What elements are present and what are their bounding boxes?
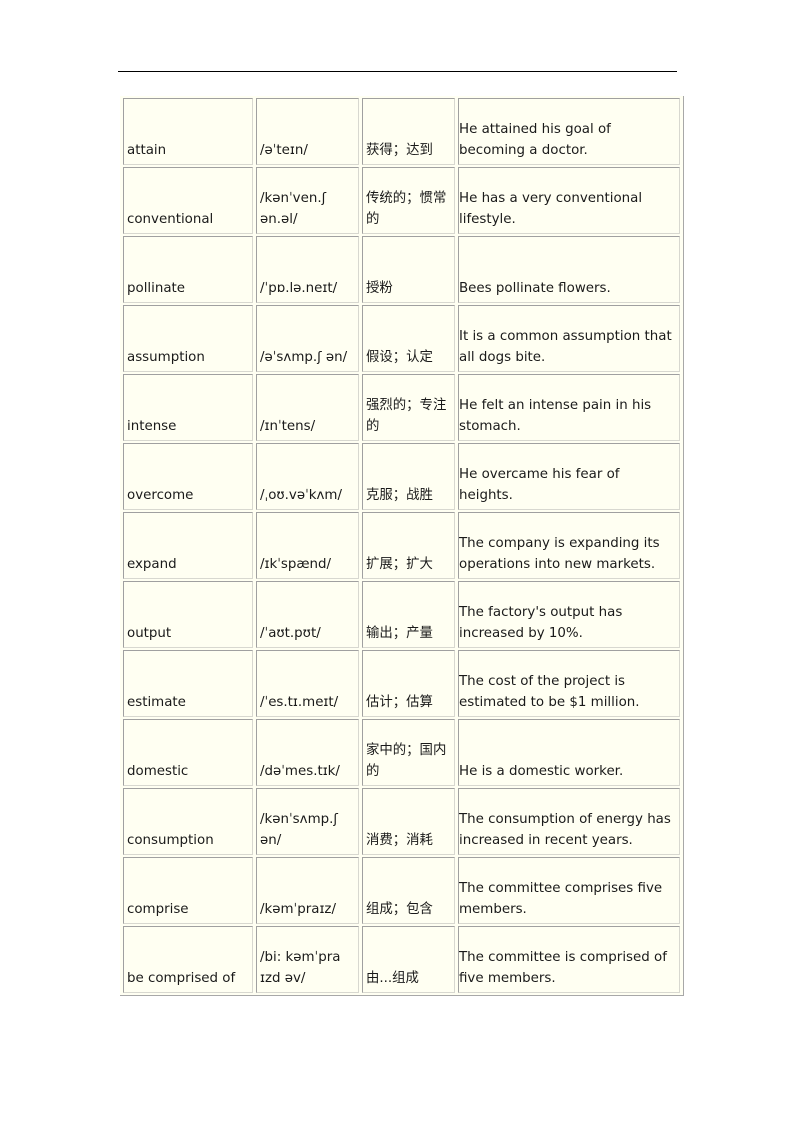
phonetic-cell: /dəˈmes.tɪk/ bbox=[256, 719, 359, 786]
word-cell: estimate bbox=[123, 650, 253, 717]
table-row: attain/əˈteɪn/获得；达到 He attained his goal … bbox=[123, 98, 680, 165]
meaning-cell: 估计；估算 bbox=[362, 650, 455, 717]
table-row: assumption/əˈsʌmp.ʃ ən/假设；认定 It is a comm… bbox=[123, 305, 680, 372]
word-cell: intense bbox=[123, 374, 253, 441]
phonetic-cell: /ɪkˈspænd/ bbox=[256, 512, 359, 579]
word-cell: be comprised of bbox=[123, 926, 253, 993]
phonetic-cell: /bi: kəmˈpra ɪzd əv/ bbox=[256, 926, 359, 993]
example-cell: The committee is comprised of five membe… bbox=[458, 926, 680, 993]
phonetic-cell: /kəmˈpraɪz/ bbox=[256, 857, 359, 924]
table-row: be comprised of/bi: kəmˈpra ɪzd əv/由...组… bbox=[123, 926, 680, 993]
phonetic-cell: /əˈteɪn/ bbox=[256, 98, 359, 165]
phonetic-cell: /ɪnˈtens/ bbox=[256, 374, 359, 441]
meaning-cell: 强烈的；专注的 bbox=[362, 374, 455, 441]
word-cell: domestic bbox=[123, 719, 253, 786]
table-row: consumption/kənˈsʌmp.ʃ ən/消费；消耗 The consu… bbox=[123, 788, 680, 855]
example-cell: He overcame his fear of heights. bbox=[458, 443, 680, 510]
meaning-cell: 克服；战胜 bbox=[362, 443, 455, 510]
meaning-cell: 组成；包含 bbox=[362, 857, 455, 924]
meaning-cell: 获得；达到 bbox=[362, 98, 455, 165]
word-cell: pollinate bbox=[123, 236, 253, 303]
meaning-cell: 扩展；扩大 bbox=[362, 512, 455, 579]
phonetic-cell: /ˈes.tɪ.meɪt/ bbox=[256, 650, 359, 717]
example-cell: The factory's output has increased by 10… bbox=[458, 581, 680, 648]
phonetic-cell: /ˌoʊ.vəˈkʌm/ bbox=[256, 443, 359, 510]
phonetic-cell: /kənˈsʌmp.ʃ ən/ bbox=[256, 788, 359, 855]
word-cell: attain bbox=[123, 98, 253, 165]
example-cell: It is a common assumption that all dogs … bbox=[458, 305, 680, 372]
table-row: estimate/ˈes.tɪ.meɪt/估计；估算 The cost of th… bbox=[123, 650, 680, 717]
meaning-cell: 输出；产量 bbox=[362, 581, 455, 648]
table-row: conventional/kənˈven.ʃ ən.əl/传统的；惯常的 He h… bbox=[123, 167, 680, 234]
example-cell: The committee comprises five members. bbox=[458, 857, 680, 924]
word-cell: consumption bbox=[123, 788, 253, 855]
meaning-cell: 传统的；惯常的 bbox=[362, 167, 455, 234]
word-cell: output bbox=[123, 581, 253, 648]
meaning-cell: 由...组成 bbox=[362, 926, 455, 993]
example-cell: The consumption of energy has increased … bbox=[458, 788, 680, 855]
phonetic-cell: /ˈpɒ.lə.neɪt/ bbox=[256, 236, 359, 303]
table-row: domestic/dəˈmes.tɪk/家中的；国内的 He is a domes… bbox=[123, 719, 680, 786]
meaning-cell: 消费；消耗 bbox=[362, 788, 455, 855]
example-cell: Bees pollinate flowers. bbox=[458, 236, 680, 303]
word-cell: assumption bbox=[123, 305, 253, 372]
table-row: comprise/kəmˈpraɪz/组成；包含 The committee co… bbox=[123, 857, 680, 924]
example-cell: He felt an intense pain in his stomach. bbox=[458, 374, 680, 441]
table-row: output/ˈaʊt.pʊt/输出；产量 The factory's outpu… bbox=[123, 581, 680, 648]
phonetic-cell: /əˈsʌmp.ʃ ən/ bbox=[256, 305, 359, 372]
example-cell: He attained his goal of becoming a docto… bbox=[458, 98, 680, 165]
meaning-cell: 假设；认定 bbox=[362, 305, 455, 372]
word-cell: expand bbox=[123, 512, 253, 579]
vocabulary-table-body: attain/əˈteɪn/获得；达到 He attained his goal … bbox=[123, 98, 680, 993]
word-cell: overcome bbox=[123, 443, 253, 510]
meaning-cell: 授粉 bbox=[362, 236, 455, 303]
phonetic-cell: /kənˈven.ʃ ən.əl/ bbox=[256, 167, 359, 234]
example-cell: The cost of the project is estimated to … bbox=[458, 650, 680, 717]
example-cell: The company is expanding its operations … bbox=[458, 512, 680, 579]
table-row: overcome/ˌoʊ.vəˈkʌm/克服；战胜 He overcame his… bbox=[123, 443, 680, 510]
phonetic-cell: /ˈaʊt.pʊt/ bbox=[256, 581, 359, 648]
table-row: expand/ɪkˈspænd/扩展；扩大 The company is expa… bbox=[123, 512, 680, 579]
example-cell: He has a very conventional lifestyle. bbox=[458, 167, 680, 234]
header-rule bbox=[118, 71, 677, 72]
table-row: pollinate/ˈpɒ.lə.neɪt/授粉 Bees pollinate f… bbox=[123, 236, 680, 303]
word-cell: comprise bbox=[123, 857, 253, 924]
vocabulary-table: attain/əˈteɪn/获得；达到 He attained his goal … bbox=[120, 96, 684, 996]
meaning-cell: 家中的；国内的 bbox=[362, 719, 455, 786]
example-cell: He is a domestic worker. bbox=[458, 719, 680, 786]
table-row: intense/ɪnˈtens/强烈的；专注的 He felt an intens… bbox=[123, 374, 680, 441]
word-cell: conventional bbox=[123, 167, 253, 234]
